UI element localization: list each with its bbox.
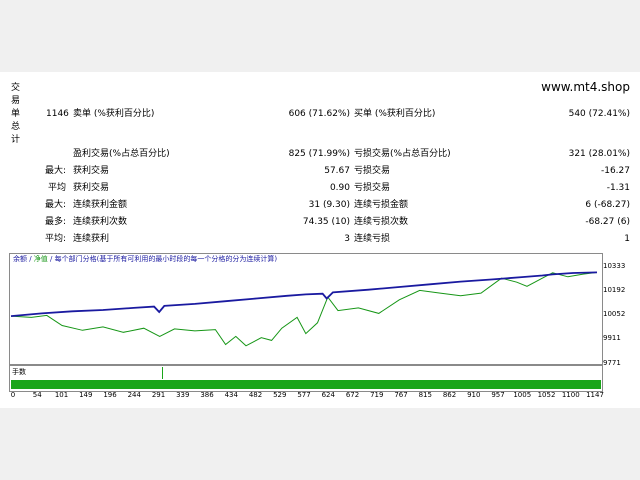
x-tick-label: 862 — [442, 391, 457, 399]
stats-cell-v1: 57.67 — [324, 166, 350, 176]
x-tick-label: 291 — [151, 391, 166, 399]
x-tick-label: 672 — [345, 391, 360, 399]
volume-spike — [162, 367, 163, 379]
y-tick-label: 10052 — [603, 310, 626, 318]
x-tick-label: 1052 — [537, 391, 556, 399]
stats-cell-v1: 3 — [344, 234, 350, 244]
brand-watermark: www.mt4.shop — [541, 80, 630, 94]
y-tick-label: 9911 — [603, 334, 621, 342]
volume-label: 手数 — [12, 368, 26, 376]
stats-cell-v2: 321 (28.01%) — [568, 149, 630, 159]
stats-cell-l1: 平均: — [44, 234, 66, 244]
stats-cell-v1: 0.90 — [329, 183, 350, 193]
y-tick-label: 9771 — [603, 359, 621, 367]
stats-cell-v2: -16.27 — [600, 166, 630, 176]
stats-cell-v1: 31 (9.30) — [308, 200, 350, 210]
x-tick-label: 54 — [32, 391, 42, 399]
stats-cell-v2: -68.27 (6) — [585, 217, 630, 227]
stats-row: 最多: 连续获利次数 74.35 (10) 连续亏损次数 -68.27 (6) — [0, 216, 640, 229]
stats-cell-l1: 最大: — [44, 200, 66, 210]
stats-cell-v2: 6 (-68.27) — [585, 200, 630, 210]
x-tick-label: 529 — [273, 391, 287, 399]
stats-cell-v1: 825 (71.99%) — [288, 149, 350, 159]
x-tick-label: 1100 — [561, 391, 580, 399]
stats-cell-v2: 1 — [624, 234, 630, 244]
y-tick-label: 10192 — [603, 286, 626, 294]
stats-cell-l1: 最多: — [44, 217, 66, 227]
x-tick-label: 767 — [394, 391, 408, 399]
x-tick-label: 339 — [176, 391, 190, 399]
x-tick-label: 196 — [103, 391, 117, 399]
stats-cell-v1: 74.35 (10) — [302, 217, 350, 227]
stats-cell-l1: 平均 — [47, 183, 66, 193]
stats-row: 最大: 连续获利金额 31 (9.30) 连续亏损金额 6 (-68.27) — [0, 199, 640, 212]
x-tick-label: 815 — [418, 391, 432, 399]
x-tick-label: 149 — [79, 391, 93, 399]
balance-line — [10, 271, 598, 317]
stats-cell-v2: -1.31 — [606, 183, 630, 193]
stats-cell-v2: 540 (72.41%) — [568, 109, 630, 119]
chart-plot — [10, 271, 598, 347]
x-tick-label: 0 — [10, 391, 16, 399]
x-tick-label: 482 — [248, 391, 263, 399]
x-tick-label: 386 — [200, 391, 214, 399]
stats-cell-v1: 606 (71.62%) — [288, 109, 350, 119]
stats-row: 平均 获利交易 0.90 亏损交易 -1.31 — [0, 182, 640, 195]
report-panel: www.mt4.shop 交易单总计 1146 卖单 (%获利百分比) 606 (7… — [0, 72, 640, 408]
x-tick-label: 244 — [127, 391, 141, 399]
x-tick-label: 910 — [467, 391, 481, 399]
volume-bar — [11, 380, 601, 389]
x-tick-label: 577 — [297, 391, 311, 399]
y-tick-label: 10333 — [603, 262, 626, 270]
volume-panel: 手数 — [9, 365, 603, 392]
stats-row: 平均: 连续获利 3 连续亏损 1 — [0, 233, 640, 246]
equity-chart: 余额 / 净值 / 每个部门分格(基于所有可利用的最小时段的每一个分格的分为连续… — [9, 253, 603, 365]
x-tick-label: 101 — [54, 391, 69, 399]
x-tick-label: 1147 — [586, 391, 604, 399]
stats-row: 盈利交易(%占总百分比) 825 (71.99%) 亏损交易(%占总百分比) 321 … — [0, 148, 640, 161]
x-tick-label: 624 — [321, 391, 335, 399]
x-tick-label: 434 — [224, 391, 238, 399]
stats-row: 最大: 获利交易 57.67 亏损交易 -16.27 — [0, 165, 640, 178]
stats-row: 1146 卖单 (%获利百分比) 606 (71.62%) 买单 (%获利百分比) 54… — [0, 108, 640, 121]
x-tick-label: 1005 — [513, 391, 532, 399]
x-tick-label: 957 — [491, 391, 505, 399]
x-axis-labels: 0 54 101 149 196 244 291 339 386 434 482 529 577 624 6… — [0, 391, 640, 403]
equity-line — [10, 271, 598, 347]
stats-cell-l1: 最大: — [44, 166, 66, 176]
stats-cell-c1: 1146 — [46, 109, 69, 119]
x-tick-label: 719 — [370, 391, 384, 399]
